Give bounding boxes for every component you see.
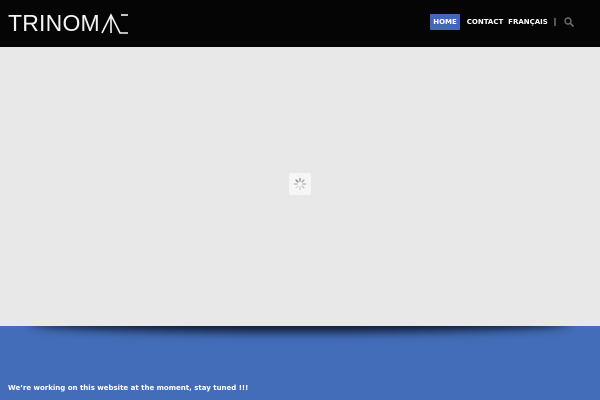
- main-nav: HOME CONTACT FRANÇAIS: [430, 14, 575, 30]
- nav-item-francais[interactable]: FRANÇAIS: [508, 14, 548, 30]
- loading-indicator: [289, 173, 311, 195]
- nav-item-contact[interactable]: CONTACT: [467, 14, 504, 30]
- construction-notice: We’re working on this website at the mom…: [8, 384, 249, 392]
- nav-divider: [554, 18, 556, 26]
- logo-delta-mark: [101, 13, 128, 34]
- nav-item-home[interactable]: HOME: [430, 14, 460, 30]
- site-logo[interactable]: TRINOM: [8, 10, 129, 36]
- slider-drop-shadow: [30, 326, 570, 332]
- site-header: TRINOM HOME CONTACT FRANÇAIS: [0, 0, 600, 47]
- logo-text: TRINOM: [8, 10, 100, 36]
- spinner-icon: [293, 177, 307, 191]
- search-button[interactable]: [563, 14, 575, 30]
- search-icon: [564, 17, 574, 27]
- announcement-band: We’re working on this website at the mom…: [0, 326, 600, 400]
